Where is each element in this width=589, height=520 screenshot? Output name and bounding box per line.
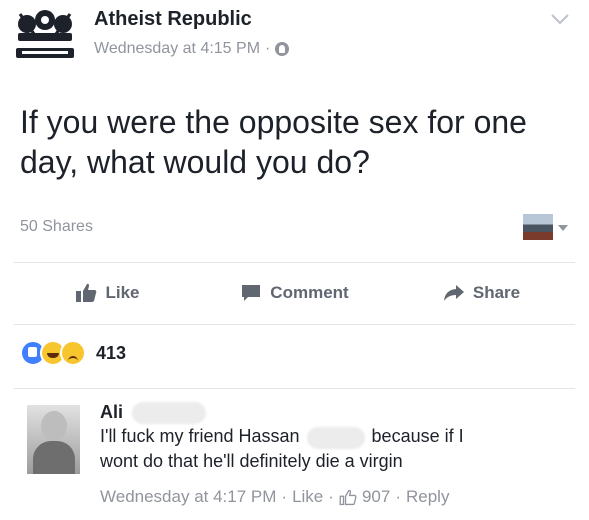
commenter-name[interactable]: Ali <box>100 402 123 422</box>
reaction-summary[interactable]: 413 <box>20 340 126 366</box>
comment-like-count[interactable]: 907 <box>362 487 390 507</box>
comment-button[interactable]: Comment <box>201 270 388 316</box>
comment-label: Comment <box>270 283 349 302</box>
comment-reply-link[interactable]: Reply <box>406 487 449 507</box>
divider <box>14 388 575 389</box>
post-text: If you were the opposite sex for one day… <box>20 104 527 180</box>
like-button[interactable]: Like <box>14 270 201 316</box>
like-label: Like <box>105 283 140 302</box>
page-name[interactable]: Atheist Republic <box>94 8 252 31</box>
commenter-avatar[interactable] <box>27 405 80 474</box>
globe-icon <box>275 42 290 56</box>
chevron-down-icon[interactable] <box>551 12 569 25</box>
comment-like-link[interactable]: Like <box>292 487 323 507</box>
comment-body: Ali I'll fuck my friend Hassan because i… <box>100 400 570 473</box>
comment-timestamp[interactable]: Wednesday at 4:17 PM <box>100 487 276 507</box>
footer-separator: · <box>281 487 288 506</box>
divider <box>14 262 575 263</box>
footer-separator: · <box>328 487 334 506</box>
comment-bubble-icon <box>242 285 261 301</box>
meta-separator: · <box>265 40 271 57</box>
page-logo[interactable] <box>14 8 76 64</box>
post-timestamp[interactable]: Wednesday at 4:15 PM <box>94 40 260 58</box>
thumbs-up-outline-icon <box>339 489 357 505</box>
share-button[interactable]: Share <box>388 270 575 316</box>
comment-text-2: because if I <box>371 426 464 447</box>
reaction-count: 413 <box>96 342 127 363</box>
caret-down-icon[interactable] <box>558 225 568 231</box>
footer-separator: · <box>395 487 401 506</box>
viewer-avatar-icon[interactable] <box>523 214 553 240</box>
atheist-republic-logo-icon <box>16 10 74 58</box>
comment-footer: Wednesday at 4:17 PM · Like · 907 · Repl… <box>100 487 449 507</box>
thumbs-up-icon <box>76 283 97 302</box>
share-label: Share <box>472 283 521 302</box>
sad-reaction-icon <box>60 340 86 366</box>
redacted-surname <box>306 426 365 449</box>
divider <box>14 324 575 325</box>
shares-count[interactable]: 50 Shares <box>20 218 93 236</box>
post-meta: Wednesday at 4:15 PM · <box>94 40 290 58</box>
comment-text-1: I'll fuck my friend Hassan <box>100 426 300 447</box>
share-arrow-icon <box>443 285 464 301</box>
action-bar: Like Comment Share <box>14 270 575 316</box>
redacted-surname <box>132 402 207 425</box>
comment-text-3: wont do that he'll definitely die a virg… <box>100 450 403 471</box>
